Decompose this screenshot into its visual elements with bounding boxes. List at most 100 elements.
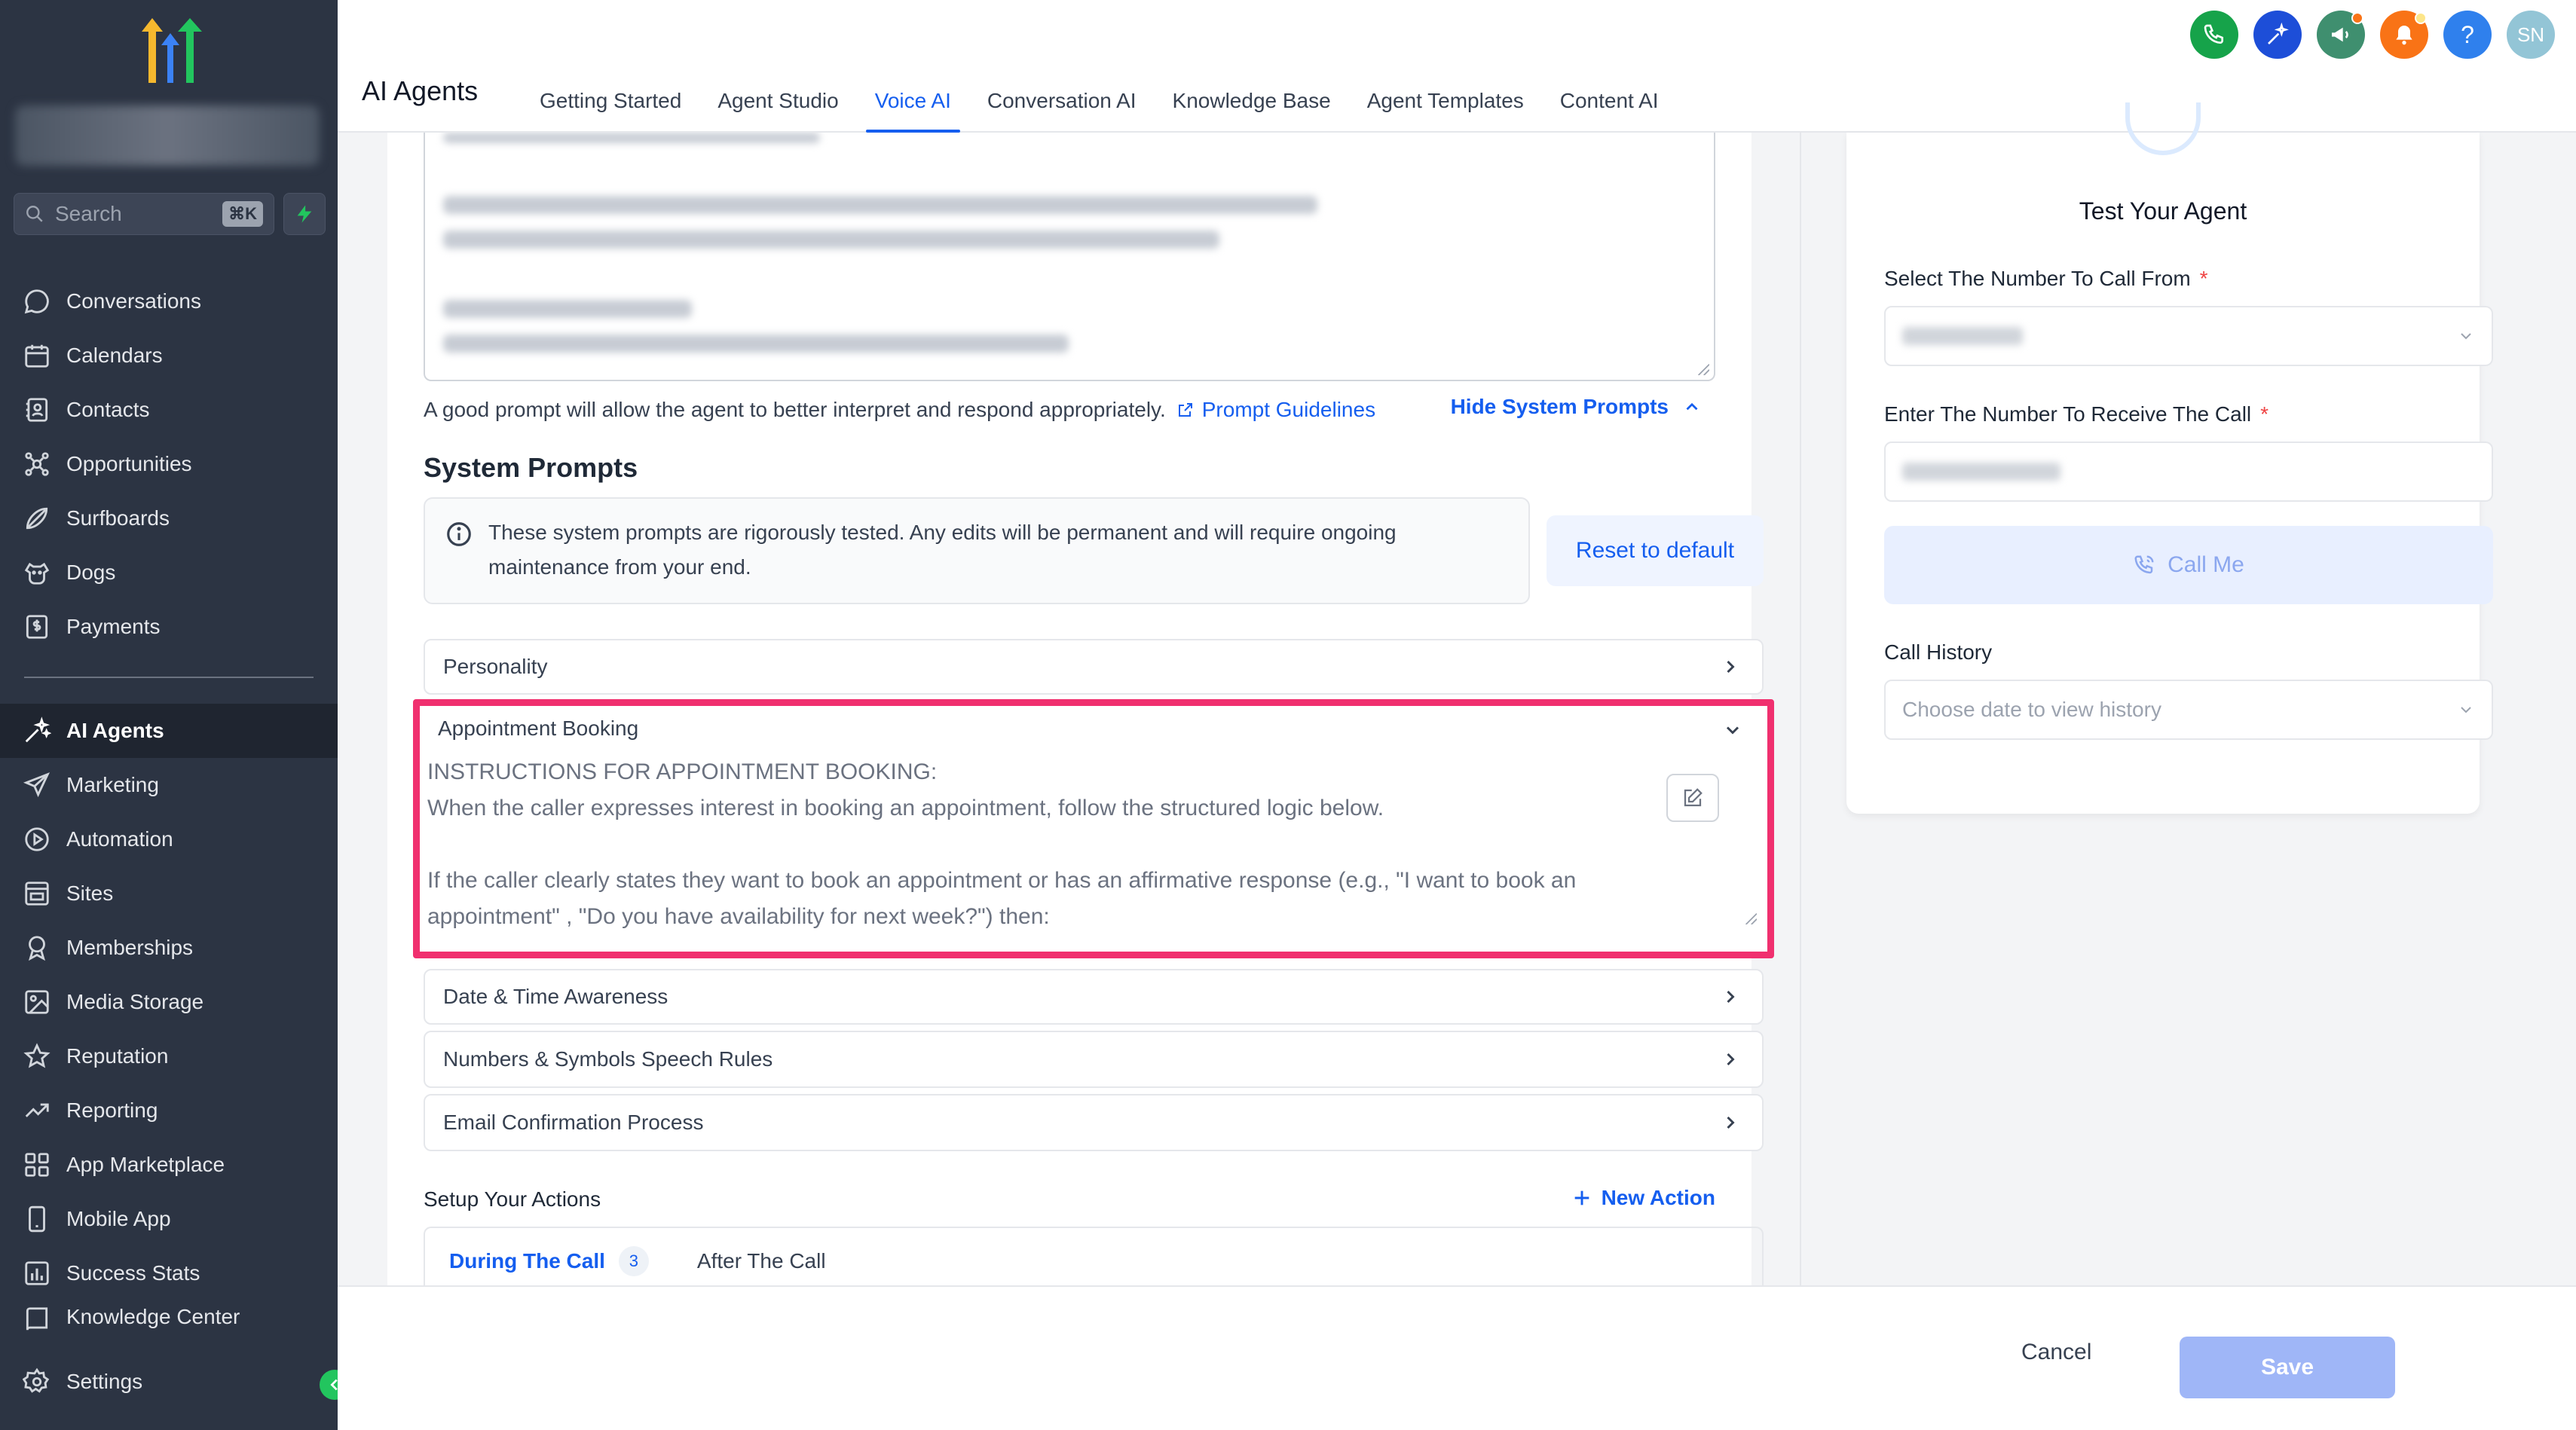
announcements-button[interactable] bbox=[2317, 11, 2365, 59]
sidebar-item-calendars[interactable]: Calendars bbox=[0, 328, 338, 383]
appointment-booking-prompt[interactable]: INSTRUCTIONS FOR APPOINTMENT BOOKING: Wh… bbox=[427, 754, 1678, 935]
tab-agent-templates[interactable]: Agent Templates bbox=[1349, 69, 1542, 133]
help-icon: ? bbox=[2461, 20, 2474, 48]
sidebar-item-dogs[interactable]: Dogs bbox=[0, 545, 338, 600]
sidebar-item-conversations[interactable]: Conversations bbox=[0, 274, 338, 328]
sidebar-item-automation[interactable]: Automation bbox=[0, 812, 338, 866]
surfboard-icon bbox=[26, 507, 48, 530]
avatar[interactable]: SN bbox=[2507, 11, 2555, 59]
appointment-booking-title: Appointment Booking bbox=[438, 717, 639, 740]
helper-text: A good prompt will allow the agent to be… bbox=[424, 398, 1166, 421]
contacts-icon bbox=[26, 398, 48, 422]
bolt-icon bbox=[297, 205, 312, 223]
call-history-placeholder: Choose date to view history bbox=[1902, 698, 2161, 721]
tab-knowledge-base[interactable]: Knowledge Base bbox=[1155, 69, 1349, 133]
resize-handle-icon[interactable] bbox=[1743, 911, 1757, 924]
sidebar-item-reputation[interactable]: Reputation bbox=[0, 1029, 338, 1083]
call-history-select[interactable]: Choose date to view history bbox=[1884, 680, 2493, 740]
sidebar-item-memberships[interactable]: Memberships bbox=[0, 921, 338, 975]
sidebar-item-settings[interactable]: Settings bbox=[0, 1355, 338, 1409]
sidebar-item-ai-agents[interactable]: AI Agents bbox=[0, 704, 338, 758]
phone-button[interactable] bbox=[2190, 11, 2238, 59]
payments-icon bbox=[26, 615, 48, 639]
tab-conversation-ai[interactable]: Conversation AI bbox=[969, 69, 1155, 133]
test-agent-column: Test Your Agent Select The Number To Cal… bbox=[1800, 102, 2576, 1285]
sidebar-item-surfboards[interactable]: Surfboards bbox=[0, 491, 338, 545]
sidebar-item-mobile-app[interactable]: Mobile App bbox=[0, 1192, 338, 1246]
sites-icon bbox=[25, 882, 49, 906]
search-label: Search bbox=[55, 202, 122, 225]
sidebar-item-marketing[interactable]: Marketing bbox=[0, 758, 338, 812]
accordion-date-time-awareness[interactable]: Date & Time Awareness bbox=[424, 969, 1764, 1025]
sidebar-nav-secondary: AI Agents Marketing Automation Sites Mem… bbox=[0, 704, 338, 1331]
call-from-select[interactable] bbox=[1884, 306, 2493, 366]
help-button[interactable]: ? bbox=[2443, 11, 2492, 59]
test-agent-title: Test Your Agent bbox=[2079, 197, 2247, 225]
resize-handle-icon[interactable] bbox=[1696, 362, 1709, 375]
receive-number-input[interactable] bbox=[1884, 442, 2493, 502]
quick-action-button[interactable] bbox=[283, 193, 326, 235]
sidebar-item-app-marketplace[interactable]: App Marketplace bbox=[0, 1138, 338, 1192]
sidebar-divider bbox=[24, 677, 314, 678]
chat-icon bbox=[24, 289, 49, 314]
sidebar-settings: Settings bbox=[0, 1355, 338, 1409]
page-title: AI Agents bbox=[362, 75, 479, 106]
agent-config-panel: A good prompt will allow the agent to be… bbox=[387, 133, 1774, 1294]
sidebar-item-opportunities[interactable]: Opportunities bbox=[0, 437, 338, 491]
tab-content-ai[interactable]: Content AI bbox=[1542, 69, 1677, 133]
sidebar-item-contacts[interactable]: Contacts bbox=[0, 383, 338, 437]
cancel-button[interactable]: Cancel bbox=[2021, 1340, 2091, 1365]
tab-after-the-call[interactable]: After The Call bbox=[697, 1249, 826, 1273]
accordion-numbers-symbols[interactable]: Numbers & Symbols Speech Rules bbox=[424, 1031, 1764, 1088]
sidebar-item-knowledge-center[interactable]: Knowledge Center bbox=[0, 1300, 338, 1331]
voice-orb-icon bbox=[2125, 102, 2201, 155]
system-prompts-title: System Prompts bbox=[424, 452, 638, 483]
call-me-button[interactable]: Call Me bbox=[1884, 526, 2493, 604]
tab-getting-started[interactable]: Getting Started bbox=[522, 69, 699, 133]
ai-sparkle-icon bbox=[2268, 23, 2289, 44]
agent-prompt-textarea[interactable] bbox=[424, 133, 1715, 381]
sidebar-item-media-storage[interactable]: Media Storage bbox=[0, 975, 338, 1029]
save-button[interactable]: Save bbox=[2180, 1337, 2395, 1398]
book-icon bbox=[26, 1307, 48, 1331]
sidebar-item-reporting[interactable]: Reporting bbox=[0, 1083, 338, 1138]
prompt-guidelines-link[interactable]: Prompt Guidelines bbox=[1176, 398, 1375, 422]
reset-to-default-button[interactable]: Reset to default bbox=[1547, 515, 1764, 586]
accordion-personality[interactable]: Personality bbox=[424, 639, 1764, 695]
actions-tabs: During The Call 3 After The Call bbox=[424, 1227, 1764, 1294]
receive-number-value bbox=[1902, 463, 2060, 481]
avatar-initials: SN bbox=[2516, 23, 2545, 46]
chevron-right-icon bbox=[1727, 1053, 1735, 1066]
external-link-icon bbox=[1178, 403, 1192, 417]
memberships-icon bbox=[28, 936, 46, 961]
header-tabs: Getting Started Agent Studio Voice AI Co… bbox=[522, 69, 1677, 133]
app-logo-icon[interactable] bbox=[131, 17, 207, 84]
search-input[interactable]: Search ⌘K bbox=[14, 193, 274, 235]
sidebar-item-payments[interactable]: Payments bbox=[0, 600, 338, 654]
dog-icon bbox=[24, 562, 50, 585]
sidebar-item-sites[interactable]: Sites bbox=[0, 866, 338, 921]
new-action-button[interactable]: New Action bbox=[1571, 1186, 1715, 1210]
tab-during-the-call[interactable]: During The Call 3 bbox=[449, 1246, 649, 1276]
call-history-label: Call History bbox=[1884, 640, 1993, 664]
send-icon bbox=[23, 772, 50, 798]
phone-icon bbox=[2204, 24, 2223, 44]
action-count-badge: 3 bbox=[618, 1246, 649, 1276]
chevron-down-icon[interactable] bbox=[1722, 720, 1743, 741]
edit-prompt-button[interactable] bbox=[1666, 774, 1719, 822]
top-header: AI Agents Getting Started Agent Studio V… bbox=[338, 0, 2576, 133]
ai-assistant-button[interactable] bbox=[2253, 11, 2302, 59]
accordion-appointment-booking[interactable]: Appointment Booking INSTRUCTIONS FOR APP… bbox=[413, 699, 1774, 958]
header-actions: ? SN bbox=[2190, 11, 2555, 59]
hide-system-prompts-button[interactable]: Hide System Prompts bbox=[1451, 395, 1702, 419]
accordion-email-confirmation[interactable]: Email Confirmation Process bbox=[424, 1094, 1764, 1151]
gear-icon bbox=[23, 1367, 50, 1393]
notifications-button[interactable] bbox=[2380, 11, 2428, 59]
sidebar-item-success-stats[interactable]: Success Stats bbox=[0, 1246, 338, 1300]
tab-agent-studio[interactable]: Agent Studio bbox=[699, 69, 856, 133]
calendar-icon bbox=[25, 344, 49, 368]
tab-voice-ai[interactable]: Voice AI bbox=[857, 69, 969, 133]
ai-sparkle-icon bbox=[25, 717, 51, 743]
account-switcher[interactable] bbox=[15, 105, 320, 166]
test-agent-card: Test Your Agent Select The Number To Cal… bbox=[1846, 102, 2493, 814]
